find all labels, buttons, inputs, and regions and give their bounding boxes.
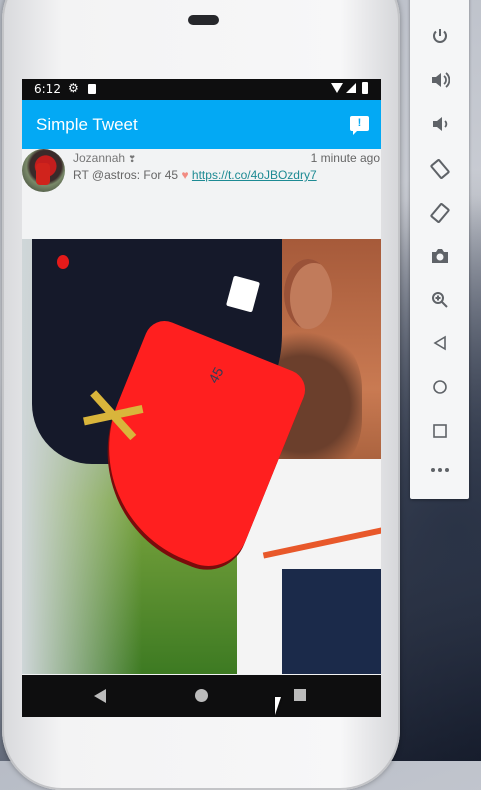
avatar[interactable] [22,149,65,192]
player-ear [284,259,332,329]
settings-icon: ⚙ [68,81,79,95]
mouse-cursor [275,697,281,715]
app-title: Simple Tweet [36,115,138,134]
status-time: 6:12 [34,82,61,96]
overview-icon[interactable] [410,410,469,454]
home-icon[interactable] [410,366,469,410]
nav-overview-icon[interactable] [294,689,306,701]
nav-home-icon[interactable] [195,689,208,702]
power-icon[interactable] [410,14,469,58]
rotate-left-icon[interactable] [410,146,469,190]
signal-icon [346,83,356,93]
tweet-text: RT @astros: For 45 [73,168,179,182]
tweet-media-image[interactable]: 45 [22,239,381,674]
android-nav-bar [22,675,381,717]
zoom-icon[interactable] [410,278,469,322]
status-bar: 6:12 ⚙ [22,79,381,100]
camera-icon[interactable] [410,234,469,278]
proximity-sensor [188,15,219,25]
heart-emoji-icon: ♥ [181,168,189,182]
more-icon[interactable] [410,454,469,498]
wifi-icon [331,83,343,93]
tweet-user-name: Jozannah ❣ [73,151,136,165]
volume-up-icon[interactable] [410,58,469,102]
phone-screen: 6:12 ⚙ Simple Tweet ! Jozannah ❣ 1 minut… [22,79,381,717]
back-icon[interactable] [410,322,469,366]
volume-down-icon[interactable] [410,102,469,146]
emulator-control-panel [410,0,469,499]
app-bar: Simple Tweet ! [22,100,381,149]
sd-card-icon [88,84,96,94]
nav-back-icon[interactable] [94,689,106,703]
compose-icon[interactable]: ! [350,116,369,135]
cap-button [57,255,69,269]
battery-icon [362,82,368,94]
tweet-link[interactable]: https://t.co/4oJBOzdry7 [192,168,317,182]
tweet-item[interactable]: Jozannah ❣ 1 minute ago RT @astros: For … [22,149,381,239]
tweet-timestamp: 1 minute ago [310,151,380,165]
tweet-body: RT @astros: For 45 ♥ https://t.co/4oJBOz… [73,168,317,182]
jersey-shadow [282,569,381,674]
verified-icon: ❣ [128,154,136,164]
rotate-right-icon[interactable] [410,190,469,234]
